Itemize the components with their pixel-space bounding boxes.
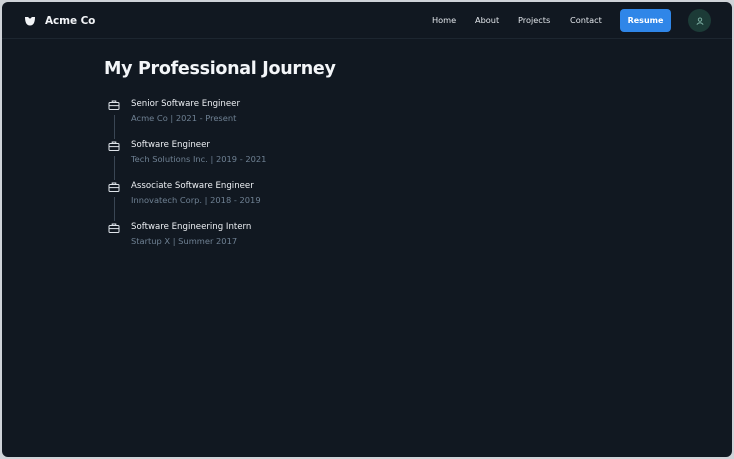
resume-button[interactable]: Resume [620, 9, 671, 32]
briefcase-icon [108, 223, 120, 233]
nav-link-home[interactable]: Home [432, 15, 456, 25]
brand-name: Acme Co [45, 15, 96, 27]
nav-link-projects[interactable]: Projects [518, 15, 550, 25]
cup-logo-icon [25, 17, 35, 26]
page-title: My Professional Journey [104, 59, 336, 79]
avatar[interactable] [688, 9, 711, 32]
timeline-item: Software Engineering Intern Startup X | … [106, 221, 406, 261]
job-title: Software Engineer [131, 140, 210, 150]
timeline-item: Senior Software Engineer Acme Co | 2021 … [106, 98, 406, 139]
nav-link-contact[interactable]: Contact [570, 15, 602, 25]
job-title: Associate Software Engineer [131, 181, 254, 191]
briefcase-icon [108, 141, 120, 151]
timeline-connector [113, 197, 115, 221]
job-company-dates: Tech Solutions Inc. | 2019 - 2021 [131, 154, 267, 164]
briefcase-icon [108, 100, 120, 110]
timeline-item: Software Engineer Tech Solutions Inc. | … [106, 139, 406, 180]
brand[interactable]: Acme Co [24, 12, 95, 30]
top-navbar: Acme Co Home About Projects Contact Resu… [2, 2, 732, 39]
app-window: Acme Co Home About Projects Contact Resu… [2, 2, 732, 457]
user-avatar-icon [695, 16, 704, 25]
timeline-connector [113, 115, 115, 139]
job-title: Software Engineering Intern [131, 222, 252, 232]
timeline-item: Associate Software Engineer Innovatech C… [106, 180, 406, 221]
timeline-connector [113, 156, 115, 180]
nav-link-about[interactable]: About [475, 15, 499, 25]
job-title: Senior Software Engineer [131, 99, 240, 109]
job-company-dates: Acme Co | 2021 - Present [131, 113, 237, 123]
job-company-dates: Innovatech Corp. | 2018 - 2019 [131, 195, 261, 205]
job-company-dates: Startup X | Summer 2017 [131, 236, 238, 246]
briefcase-icon [108, 182, 120, 192]
